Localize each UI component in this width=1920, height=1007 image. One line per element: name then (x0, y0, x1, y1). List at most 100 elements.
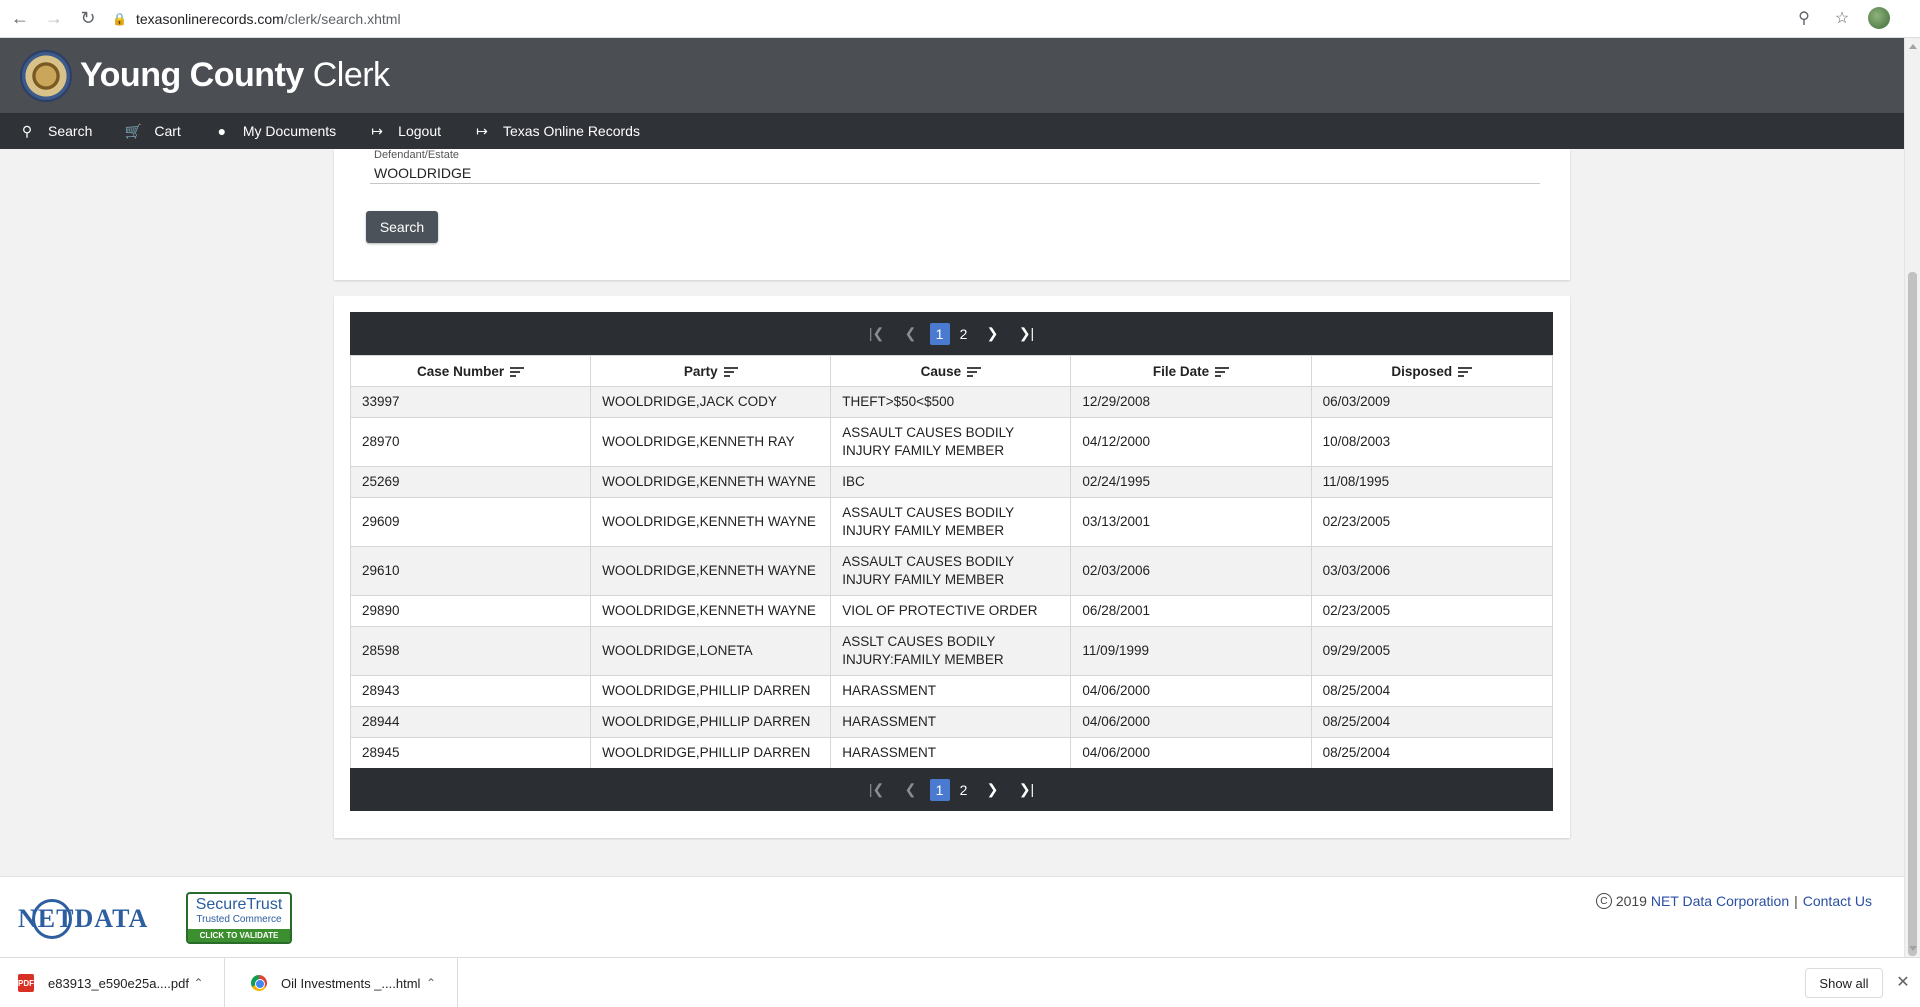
column-header-label: File Date (1152, 363, 1210, 379)
net-data-link[interactable]: NET Data Corporation (1651, 893, 1789, 909)
securetrust-badge[interactable]: SecureTrust Trusted Commerce CLICK TO VA… (186, 892, 292, 944)
search-form-card: Defendant/Estate Search (334, 149, 1570, 280)
close-icon[interactable]: ✕ (1893, 972, 1913, 992)
main-nav: ⚲ Search 🛒 Cart ● My Documents ↦ Logout … (0, 113, 1904, 149)
next-page-icon[interactable]: ❯ (976, 319, 1010, 349)
column-header-case-number[interactable]: Case Number (349, 355, 592, 387)
last-page-icon[interactable]: ❯| (1010, 775, 1044, 805)
site-footer: NETDATA SecureTrust Trusted Commerce CLI… (0, 876, 1904, 957)
copyright-year: 2019 (1615, 893, 1647, 909)
scroll-down-icon[interactable] (1909, 946, 1917, 951)
pagination-bottom: |❮ ❮ 1 2 ❯ ❯| (350, 768, 1553, 811)
nav-cart[interactable]: 🛒 Cart (124, 123, 181, 140)
first-page-icon[interactable]: |❮ (860, 775, 894, 805)
scroll-thumb[interactable] (1908, 272, 1917, 956)
table-row[interactable]: 28945 WOOLDRIDGE,PHILLIP DARREN HARASSME… (349, 737, 1554, 769)
table-row[interactable]: 28598 WOOLDRIDGE,LONETA ASSLT CAUSES BOD… (349, 626, 1554, 676)
cell-disposed: 02/23/2005 (1310, 497, 1554, 547)
chrome-icon (251, 975, 267, 991)
cell-case-number: 28944 (349, 706, 592, 738)
cell-case-number: 28598 (349, 626, 592, 676)
pagination-top: |❮ ❮ 1 2 ❯ ❯| (350, 312, 1553, 355)
netdata-logo[interactable]: NETDATA (18, 899, 158, 939)
column-header-disposed[interactable]: Disposed (1310, 355, 1554, 387)
cell-case-number: 28945 (349, 737, 592, 769)
badge-title: SecureTrust (195, 896, 283, 913)
chevron-up-icon[interactable]: ⌃ (421, 976, 441, 990)
copyright-icon: C (1595, 893, 1612, 909)
defendant-input[interactable] (370, 162, 1540, 184)
nav-search[interactable]: ⚲ Search (18, 123, 93, 140)
search-button[interactable]: Search (366, 211, 438, 243)
nav-my-documents[interactable]: ● My Documents (213, 123, 337, 139)
exit-icon: ↦ (371, 122, 384, 139)
page-2-button[interactable]: 2 (954, 779, 974, 801)
cell-file-date: 03/13/2001 (1070, 497, 1312, 547)
column-header-label: Case Number (417, 363, 505, 379)
nav-texas-online-records[interactable]: ↦ Texas Online Records (473, 123, 640, 140)
results-table: Case Number Party Cause File Date Dispos… (349, 355, 1554, 769)
cell-disposed: 08/25/2004 (1310, 706, 1554, 738)
cell-cause: ASSLT CAUSES BODILY INJURY:FAMILY MEMBER (830, 626, 1072, 676)
page-scrollbar[interactable] (1904, 38, 1920, 957)
column-header-file-date[interactable]: File Date (1070, 355, 1312, 387)
chevron-up-icon[interactable]: ⌃ (189, 976, 208, 990)
defendant-field-label: Defendant/Estate (374, 149, 460, 161)
contact-us-link[interactable]: Contact Us (1803, 893, 1872, 909)
table-row[interactable]: 33997 WOOLDRIDGE,JACK CODY THEFT>$50<$50… (349, 386, 1554, 418)
cell-cause: IBC (830, 466, 1072, 498)
reload-icon[interactable]: ↻ (74, 5, 102, 33)
address-bar[interactable]: 🔒 texasonlinerecords.com/clerk/search.xh… (112, 4, 1792, 34)
cell-disposed: 10/08/2003 (1310, 417, 1554, 467)
table-row[interactable]: 28944 WOOLDRIDGE,PHILLIP DARREN HARASSME… (349, 706, 1554, 738)
table-row[interactable]: 25269 WOOLDRIDGE,KENNETH WAYNE IBC 02/24… (349, 466, 1554, 498)
download-item[interactable]: Oil Investments _....html ⌃ (233, 958, 458, 1007)
table-header-row: Case Number Party Cause File Date Dispos… (349, 355, 1554, 387)
table-row[interactable]: 29610 WOOLDRIDGE,KENNETH WAYNE ASSAULT C… (349, 546, 1554, 596)
cell-cause: ASSAULT CAUSES BODILY INJURY FAMILY MEMB… (830, 497, 1072, 547)
nav-logout[interactable]: ↦ Logout (368, 123, 441, 140)
prev-page-icon[interactable]: ❮ (894, 319, 928, 349)
cell-party: WOOLDRIDGE,LONETA (590, 626, 832, 676)
back-arrow-icon[interactable]: ← (6, 5, 34, 33)
county-seal-logo[interactable] (20, 49, 72, 102)
cell-file-date: 02/24/1995 (1070, 466, 1312, 498)
sort-icon (510, 366, 525, 377)
cell-disposed: 03/03/2006 (1310, 546, 1554, 596)
cell-disposed: 02/23/2005 (1310, 595, 1554, 627)
page-1-button[interactable]: 1 (929, 778, 950, 801)
account-circle-icon: ● (217, 123, 227, 139)
site-title[interactable]: Young County Clerk (80, 56, 390, 95)
page-2-button[interactable]: 2 (954, 323, 974, 345)
column-header-party[interactable]: Party (590, 355, 832, 387)
cell-cause: HARASSMENT (830, 737, 1072, 769)
first-page-icon[interactable]: |❮ (860, 319, 894, 349)
download-item[interactable]: PDF e83913_e590e25a....pdf ⌃ (0, 958, 225, 1007)
column-header-label: Party (683, 363, 718, 379)
site-title-light: Clerk (312, 56, 390, 94)
show-all-button[interactable]: Show all (1805, 968, 1883, 998)
nav-logout-label: Logout (398, 123, 441, 139)
lock-icon: 🔒 (112, 12, 127, 26)
page-1-button[interactable]: 1 (929, 322, 950, 345)
prev-page-icon[interactable]: ❮ (894, 775, 928, 805)
column-header-label: Disposed (1391, 363, 1453, 379)
table-row[interactable]: 28970 WOOLDRIDGE,KENNETH RAY ASSAULT CAU… (349, 417, 1554, 467)
column-header-cause[interactable]: Cause (830, 355, 1072, 387)
key-icon[interactable]: ⚲ (1792, 6, 1816, 30)
exit-icon: ↦ (476, 122, 488, 139)
table-row[interactable]: 29890 WOOLDRIDGE,KENNETH WAYNE VIOL OF P… (349, 595, 1554, 627)
forward-arrow-icon[interactable]: → (40, 5, 68, 33)
table-row[interactable]: 29609 WOOLDRIDGE,KENNETH WAYNE ASSAULT C… (349, 497, 1554, 547)
netdata-logo-text: NETDATA (18, 904, 149, 933)
cell-party: WOOLDRIDGE,PHILLIP DARREN (590, 675, 832, 707)
last-page-icon[interactable]: ❯| (1010, 319, 1044, 349)
cell-case-number: 29609 (349, 497, 592, 547)
profile-avatar[interactable] (1868, 7, 1890, 29)
copyright: C 2019 NET Data Corporation | Contact Us (1595, 893, 1872, 909)
table-row[interactable]: 28943 WOOLDRIDGE,PHILLIP DARREN HARASSME… (349, 675, 1554, 707)
scroll-up-icon[interactable] (1909, 44, 1917, 49)
next-page-icon[interactable]: ❯ (976, 775, 1010, 805)
star-icon[interactable]: ☆ (1830, 6, 1854, 30)
cell-cause: THEFT>$50<$500 (830, 386, 1072, 418)
